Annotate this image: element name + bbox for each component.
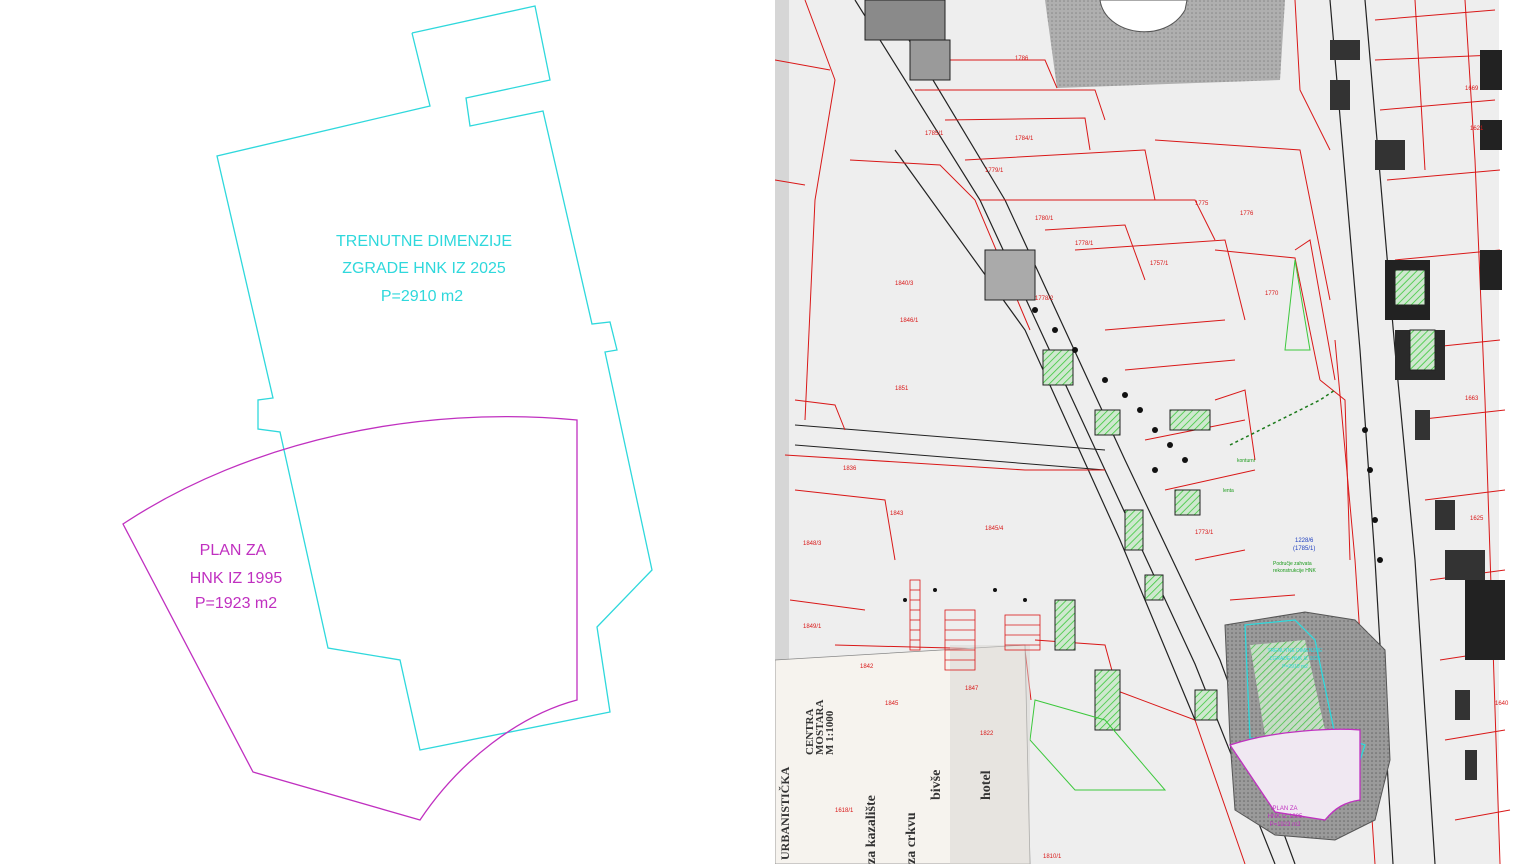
parcel-number: 1780/1 bbox=[1035, 216, 1054, 222]
parcel-number: 1843 bbox=[890, 511, 904, 517]
parcel-number: 1822 bbox=[980, 731, 994, 737]
outline-comparison-drawing: TRENUTNE DIMENZIJE ZGRADE HNK IZ 2025 P=… bbox=[122, 5, 653, 821]
print-text: URBANISTIČKA bbox=[778, 766, 792, 860]
parcel-number: 1770 bbox=[1265, 291, 1279, 297]
site-plan-caption-2: HNK IZ 1995 bbox=[1268, 814, 1303, 820]
outline-comparison-panel: TRENUTNE DIMENZIJE ZGRADE HNK IZ 2025 P=… bbox=[0, 0, 775, 864]
parcel-number: 1836 bbox=[843, 466, 857, 472]
parcel-number: 1786 bbox=[1015, 56, 1029, 62]
parcel-number: 1776 bbox=[1240, 211, 1254, 217]
site-plan-caption-3: P=1923 m2 bbox=[1270, 822, 1302, 828]
parcel-number: 1842 bbox=[860, 664, 874, 670]
parcel-number: 1779/1 bbox=[985, 168, 1004, 174]
right-edge-strip bbox=[1499, 0, 1536, 864]
parcel-number: 1621 bbox=[1470, 126, 1484, 132]
parcel-number: 1845/4 bbox=[985, 526, 1004, 532]
parcel-number: 1625 bbox=[1470, 516, 1484, 522]
plan-1995-label-line2: HNK IZ 1995 bbox=[190, 570, 283, 587]
parcel-number: 1851 bbox=[895, 386, 909, 392]
print-text: hotel bbox=[979, 770, 994, 800]
blue-parcel-note: 1228/6 bbox=[1295, 538, 1314, 544]
parcel-number: 1840/3 bbox=[895, 281, 914, 287]
parcel-number: 1847 bbox=[965, 686, 979, 692]
print-text: za crkvu bbox=[904, 812, 919, 864]
cadastral-map-panel: 1785/1 1786 1784/1 1779/1 1780/1 1778/1 … bbox=[775, 0, 1536, 864]
parcel-number: 1846/1 bbox=[900, 318, 919, 324]
parcel-number: 1618/1 bbox=[835, 808, 854, 814]
parcel-number: 1810/1 bbox=[1043, 854, 1062, 860]
current-building-area: P=2910 m2 bbox=[381, 288, 463, 305]
blue-caption-2: rekonstrukcije HNK bbox=[1273, 568, 1316, 574]
current-building-label-line2: ZGRADE HNK IZ 2025 bbox=[342, 260, 506, 277]
parcel-number: 1784/1 bbox=[1015, 136, 1034, 142]
parcel-number: 1669 bbox=[1465, 86, 1479, 92]
site-current-caption-2: ZGRADE HNK IZ 2025 bbox=[1269, 656, 1320, 662]
parcel-number: 1775 bbox=[1195, 201, 1209, 207]
parcel-number: 1848/3 bbox=[803, 541, 822, 547]
plan-1995-outline bbox=[122, 416, 578, 821]
parcel-number: 1778/1 bbox=[1075, 241, 1094, 247]
parcel-number: 1773/1 bbox=[1195, 530, 1214, 536]
parcel-number: 1663 bbox=[1465, 396, 1479, 402]
print-text: bivše bbox=[929, 770, 944, 800]
printed-paper-fold bbox=[950, 645, 1030, 864]
cadastral-map: 1785/1 1786 1784/1 1779/1 1780/1 1778/1 … bbox=[775, 0, 1536, 864]
parcel-number: 1845 bbox=[885, 701, 899, 707]
green-note: lenta bbox=[1223, 488, 1234, 494]
parcel-number: 1785/1 bbox=[925, 131, 944, 137]
blue-caption: Područje zahvata bbox=[1273, 561, 1312, 567]
site-plan-caption-1: PLAN ZA bbox=[1272, 806, 1297, 812]
parcel-number: 1757/1 bbox=[1150, 261, 1169, 267]
blue-parcel-note-2: (1785/1) bbox=[1293, 546, 1315, 552]
parcel-number: 1640 bbox=[1495, 701, 1509, 707]
print-text: M 1:1000 bbox=[824, 710, 836, 755]
print-text: za kazalište bbox=[864, 795, 879, 864]
site-current-caption-3: P=2910 m2 bbox=[1282, 664, 1308, 670]
plan-1995-area: P=1923 m2 bbox=[195, 595, 277, 612]
current-building-outline bbox=[216, 5, 653, 751]
current-building-label-line1: TRENUTNE DIMENZIJE bbox=[336, 233, 512, 250]
plan-1995-label-line1: PLAN ZA bbox=[200, 542, 267, 559]
parcel-number: 1849/1 bbox=[803, 624, 822, 630]
green-note: konturni bbox=[1237, 458, 1255, 464]
parcel-number: 1778/2 bbox=[1035, 296, 1054, 302]
site-current-caption-1: TRENUTNE DIMENZIJE bbox=[1268, 648, 1324, 654]
